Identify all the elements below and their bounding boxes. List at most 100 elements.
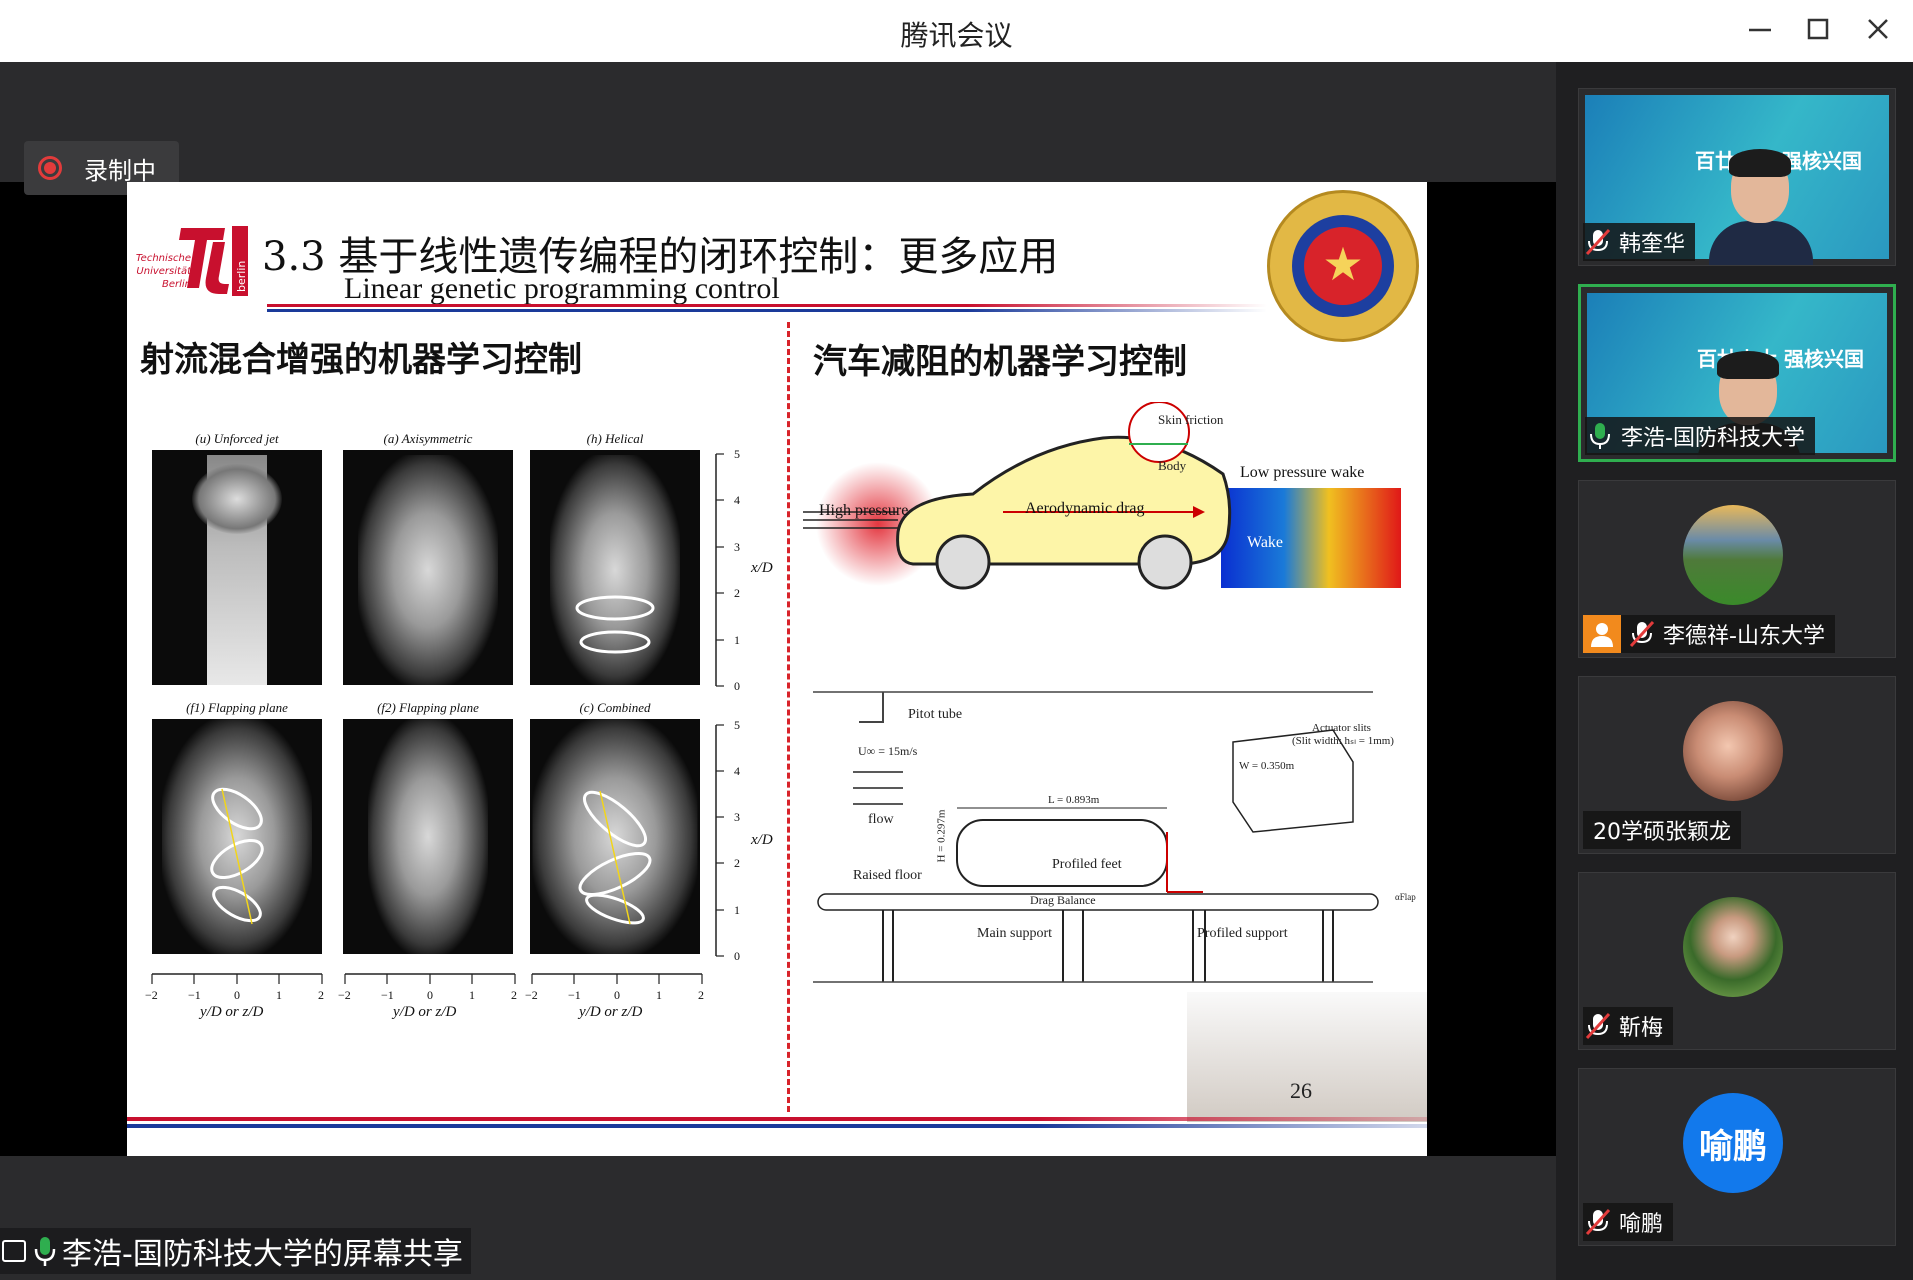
vortex-rings-icon xyxy=(578,790,652,925)
x-tick: 1 xyxy=(656,988,662,1002)
xd-axis-label: x/D xyxy=(751,832,773,848)
y-tick: 5 xyxy=(734,718,740,732)
jet-panel-title: (c) Combined xyxy=(579,700,651,715)
mic-on-icon xyxy=(1590,423,1610,449)
tu-logo-text: Technische Universität Berlin xyxy=(131,252,191,291)
x-tick: −2 xyxy=(145,988,158,1002)
jet-panel-image xyxy=(343,450,513,685)
skin-friction-label: Skin friction xyxy=(1158,412,1224,427)
participant-tile[interactable]: 靳梅 xyxy=(1578,872,1896,1050)
participant-nametag: 韩奎华 xyxy=(1583,223,1696,261)
body-label: Body xyxy=(1158,458,1187,473)
jet-panel-title: (f1) Flapping plane xyxy=(186,700,288,715)
yd-axis-label: y/D or z/D xyxy=(579,1004,643,1020)
x-tick: −1 xyxy=(381,988,394,1002)
participant-nametag: 靳梅 xyxy=(1583,1007,1674,1045)
velocity-label: U∞ = 15m/s xyxy=(858,744,918,758)
title-rule-blue xyxy=(267,309,1267,312)
x-tick: 2 xyxy=(511,988,517,1002)
jet-y-axis xyxy=(715,453,724,957)
y-tick: 5 xyxy=(734,447,740,461)
yd-axis-label: y/D or z/D xyxy=(200,1004,264,1020)
participant-tile[interactable]: 20学硕张颖龙 xyxy=(1578,676,1896,854)
screen-share-label: 李浩-国防科技大学的屏幕共享 xyxy=(0,1228,471,1274)
mic-muted-icon xyxy=(1629,620,1655,648)
tu-logo-vertical-text: berlin xyxy=(235,260,248,292)
host-person-icon xyxy=(1583,615,1621,653)
y-tick: 2 xyxy=(734,856,740,870)
jet-panel-image xyxy=(530,719,700,954)
bottom-rule-red xyxy=(127,1117,1427,1121)
actuator-label: Actuator slits xyxy=(1312,722,1371,734)
height-label: H = 0.297m xyxy=(935,809,948,863)
jet-panel-image xyxy=(152,719,322,954)
tu-logo-line-2: Universität xyxy=(136,266,191,277)
right-section-heading: 汽车减阻的机器学习控制 xyxy=(813,342,1187,382)
y-tick: 3 xyxy=(734,810,740,824)
jet-panel-image xyxy=(530,450,700,685)
maximize-icon[interactable] xyxy=(1800,14,1836,48)
participant-name: 李德祥-山东大学 xyxy=(1663,624,1825,649)
window-title: 腾讯会议 xyxy=(900,19,1013,52)
y-tick: 3 xyxy=(734,540,740,554)
high-pressure-label: High pressure xyxy=(819,502,909,519)
aero-drag-label: Aerodynamic drag xyxy=(1025,500,1145,517)
minimize-icon[interactable] xyxy=(1742,14,1778,48)
y-tick: 0 xyxy=(734,949,740,963)
x-tick: −2 xyxy=(338,988,351,1002)
sharer-name: 李浩-国防科技大学的屏幕共享 xyxy=(62,1237,463,1272)
jet-panel-title: (f2) Flapping plane xyxy=(377,700,479,715)
x-tick: 2 xyxy=(318,988,324,1002)
participant-avatar xyxy=(1683,505,1783,605)
title-rule-red xyxy=(267,304,1267,307)
tu-logo-line-1: Technische xyxy=(135,253,191,264)
window-titlebar: 腾讯会议 xyxy=(0,0,1913,63)
x-tick: 1 xyxy=(469,988,475,1002)
participant-nametag: 喻鹏 xyxy=(1583,1203,1674,1241)
profiled-support-label: Profiled support xyxy=(1197,926,1288,941)
vortex-rings-icon xyxy=(575,595,655,654)
y-tick: 1 xyxy=(734,903,740,917)
left-section-heading: 射流混合增强的机器学习控制 xyxy=(140,340,582,380)
width-label: W = 0.350m xyxy=(1239,760,1295,772)
mic-muted-icon xyxy=(1585,1012,1611,1040)
participant-tile[interactable]: 喻鹏 喻鹏 xyxy=(1578,1068,1896,1246)
participant-nametag: 20学硕张颖龙 xyxy=(1583,811,1741,849)
vortex-rings-icon xyxy=(210,787,264,925)
record-icon xyxy=(38,156,62,180)
slide-subtitle: Linear genetic programming control xyxy=(344,272,780,305)
section-divider xyxy=(787,322,790,1112)
slit-width-label: (Slit width: hₛₗ = 1mm) xyxy=(1292,735,1394,747)
jet-panel-title: (h) Helical xyxy=(586,431,644,446)
mic-on-icon xyxy=(34,1237,56,1266)
participant-tile[interactable]: 李德祥-山东大学 xyxy=(1578,480,1896,658)
mic-muted-icon xyxy=(1585,1208,1611,1236)
x-tick: −1 xyxy=(188,988,201,1002)
drag-balance-label: Drag Balance xyxy=(1030,893,1096,907)
page-number: 26 xyxy=(1290,1078,1312,1103)
pitot-tube-label: Pitot tube xyxy=(908,707,963,722)
jet-panel-title: (u) Unforced jet xyxy=(195,431,279,446)
participant-tile[interactable]: 百廿山大 强核兴国 韩奎华 xyxy=(1578,88,1896,266)
nudt-seal-logo: ★ xyxy=(1267,190,1419,342)
length-label: L = 0.893m xyxy=(1048,794,1100,806)
close-icon[interactable] xyxy=(1860,14,1896,48)
participant-name: 20学硕张颖龙 xyxy=(1593,820,1731,845)
jet-panel-title: (a) Axisymmetric xyxy=(383,431,473,446)
participant-avatar xyxy=(1683,897,1783,997)
y-tick: 4 xyxy=(734,493,740,507)
tu-logo-line-3: Berlin xyxy=(161,279,191,290)
participant-tile-active[interactable]: 百廿山大 强核兴国 李浩-国防科技大学 xyxy=(1578,284,1896,462)
y-tick: 1 xyxy=(734,633,740,647)
flap-label: αFlap xyxy=(1395,892,1416,902)
participant-name: 李浩-国防科技大学 xyxy=(1621,426,1805,451)
xd-axis-label: x/D xyxy=(751,560,773,576)
y-tick: 4 xyxy=(734,764,740,778)
x-tick: 0 xyxy=(427,988,433,1002)
flow-label: flow xyxy=(868,812,894,827)
participant-nametag: 李浩-国防科技大学 xyxy=(1585,417,1815,455)
participant-name: 喻鹏 xyxy=(1619,1212,1664,1237)
jet-x-axes xyxy=(151,973,703,984)
wake-label: Wake xyxy=(1247,534,1284,551)
jet-panel-image xyxy=(343,719,513,954)
